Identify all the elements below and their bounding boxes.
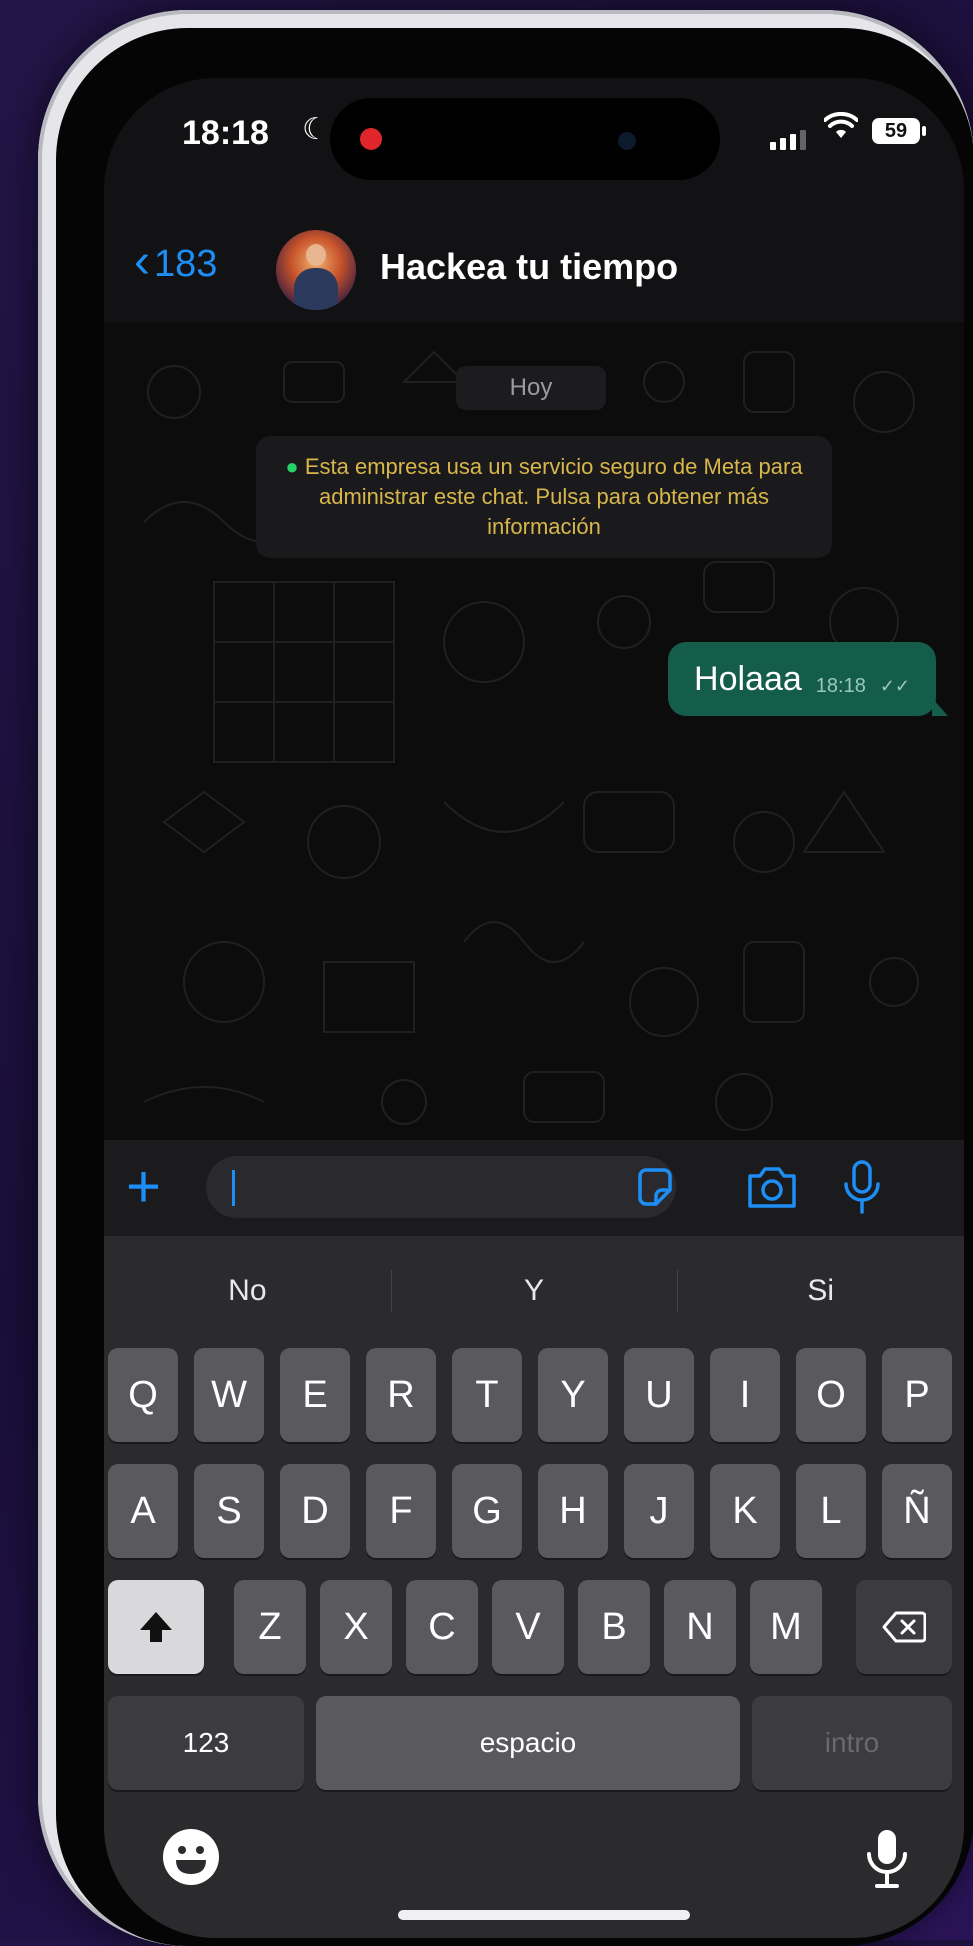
return-key[interactable]: intro xyxy=(752,1696,952,1790)
double-check-icon: ✓✓ xyxy=(879,675,910,696)
status-bar: 18:18 ☾ 59 xyxy=(104,78,964,218)
status-time: 18:18 xyxy=(182,114,269,152)
phone-frame: 18:18 ☾ 59 ‹ 183 Hackea tu tiempo Hoy ● … xyxy=(38,10,973,1946)
suggestion-item[interactable]: No xyxy=(104,1236,391,1346)
key-p[interactable]: P xyxy=(882,1348,952,1442)
info-icon: ● xyxy=(285,454,299,479)
key-x[interactable]: X xyxy=(320,1580,392,1674)
key-d[interactable]: D xyxy=(280,1464,350,1558)
message-text: Holaaa xyxy=(694,659,802,698)
chat-title[interactable]: Hackea tu tiempo xyxy=(380,246,678,288)
key-i[interactable]: I xyxy=(710,1348,780,1442)
key-y[interactable]: Y xyxy=(538,1348,608,1442)
microphone-button[interactable] xyxy=(842,1158,882,1216)
cellular-signal-icon xyxy=(770,130,806,150)
key-g[interactable]: G xyxy=(452,1464,522,1558)
outgoing-message[interactable]: Holaaa 18:18 ✓✓ xyxy=(668,642,948,716)
bubble-tail xyxy=(932,698,948,716)
key-l[interactable]: L xyxy=(796,1464,866,1558)
backspace-key[interactable] xyxy=(856,1580,952,1674)
chevron-left-icon: ‹ xyxy=(134,235,150,288)
key-n[interactable]: N xyxy=(664,1580,736,1674)
dynamic-island xyxy=(330,98,720,180)
suggestion-bar: No Y Si xyxy=(104,1236,964,1346)
message-time: 18:18 xyxy=(815,674,866,697)
sticker-button[interactable] xyxy=(634,1166,676,1208)
key-a[interactable]: A xyxy=(108,1464,178,1558)
keyboard: No Y Si Q W E R T Y U I O P A S D F G H … xyxy=(104,1236,964,1938)
key-f[interactable]: F xyxy=(366,1464,436,1558)
key-o[interactable]: O xyxy=(796,1348,866,1442)
space-key[interactable]: espacio xyxy=(316,1696,740,1790)
backspace-icon xyxy=(882,1611,927,1643)
unread-count: 183 xyxy=(153,242,218,285)
date-chip: Hoy xyxy=(456,366,606,410)
recording-dot-icon xyxy=(360,128,382,150)
camera-lens xyxy=(618,132,636,150)
text-caret xyxy=(232,1170,235,1206)
shift-arrow-icon xyxy=(140,1612,172,1642)
shift-key[interactable] xyxy=(108,1580,204,1674)
key-s[interactable]: S xyxy=(194,1464,264,1558)
wifi-icon xyxy=(824,112,858,138)
suggestion-item[interactable]: Y xyxy=(390,1236,678,1346)
key-r[interactable]: R xyxy=(366,1348,436,1442)
key-t[interactable]: T xyxy=(452,1348,522,1442)
chat-header: ‹ 183 Hackea tu tiempo xyxy=(104,218,964,323)
avatar[interactable] xyxy=(276,230,356,310)
numbers-key[interactable]: 123 xyxy=(108,1696,304,1790)
screen: 18:18 ☾ 59 ‹ 183 Hackea tu tiempo Hoy ● … xyxy=(104,78,964,1938)
suggestion-item[interactable]: Si xyxy=(677,1236,964,1346)
key-c[interactable]: C xyxy=(406,1580,478,1674)
key-e[interactable]: E xyxy=(280,1348,350,1442)
emoji-button[interactable] xyxy=(160,1826,222,1888)
battery-indicator: 59 xyxy=(872,118,926,144)
key-q[interactable]: Q xyxy=(108,1348,178,1442)
key-b[interactable]: B xyxy=(578,1580,650,1674)
key-v[interactable]: V xyxy=(492,1580,564,1674)
key-w[interactable]: W xyxy=(194,1348,264,1442)
camera-button[interactable] xyxy=(744,1162,800,1212)
chat-area[interactable]: Hoy ● Esta empresa usa un servicio segur… xyxy=(104,322,964,1140)
key-m[interactable]: M xyxy=(750,1580,822,1674)
key-j[interactable]: J xyxy=(624,1464,694,1558)
key-n-tilde[interactable]: Ñ xyxy=(882,1464,952,1558)
moon-icon: ☾ xyxy=(302,113,329,146)
composer-bar: + xyxy=(104,1140,964,1236)
encryption-notice-text: Esta empresa usa un servicio seguro de M… xyxy=(304,454,803,539)
back-button[interactable]: ‹ 183 xyxy=(134,238,218,286)
dictation-mic-button[interactable] xyxy=(864,1826,910,1890)
phone-bezel: 18:18 ☾ 59 ‹ 183 Hackea tu tiempo Hoy ● … xyxy=(56,28,973,1946)
encryption-notice[interactable]: ● Esta empresa usa un servicio seguro de… xyxy=(256,436,832,558)
message-input[interactable] xyxy=(206,1156,676,1218)
key-k[interactable]: K xyxy=(710,1464,780,1558)
key-z[interactable]: Z xyxy=(234,1580,306,1674)
key-u[interactable]: U xyxy=(624,1348,694,1442)
home-indicator[interactable] xyxy=(398,1910,690,1920)
attach-plus-button[interactable]: + xyxy=(126,1152,161,1222)
key-h[interactable]: H xyxy=(538,1464,608,1558)
